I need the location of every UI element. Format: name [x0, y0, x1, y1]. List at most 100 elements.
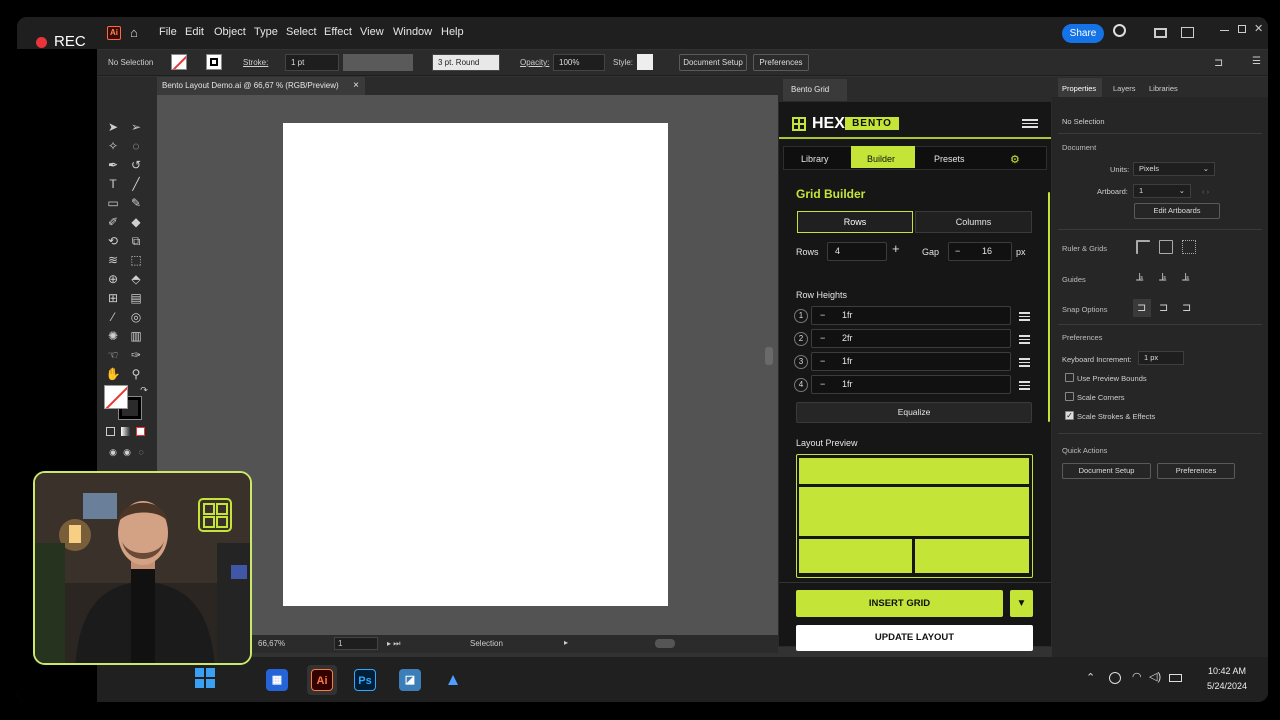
hand-tool-icon[interactable]: ✋ — [105, 367, 121, 381]
eraser-tool-icon[interactable]: ◆ — [128, 215, 144, 229]
quick-document-setup-button[interactable]: Document Setup — [1062, 463, 1151, 479]
eyedropper-icon[interactable]: ⁄ — [105, 310, 121, 324]
rows-increment-button[interactable]: + — [892, 241, 900, 256]
direct-selection-tool-icon[interactable]: ➢ — [128, 120, 144, 134]
units-select[interactable]: Pixels ⌄ — [1133, 162, 1215, 176]
stroke-swatch[interactable] — [206, 54, 222, 70]
tab-libraries[interactable]: Libraries — [1149, 84, 1178, 93]
wifi-icon[interactable]: ◠ — [1132, 670, 1142, 683]
row-height-decrement-3[interactable]: − — [820, 353, 825, 370]
row-height-decrement-4[interactable]: − — [820, 376, 825, 393]
menu-view[interactable]: View — [360, 26, 384, 38]
photoshop-taskbar-icon[interactable]: Ps — [354, 669, 376, 691]
rows-input[interactable]: 4 — [827, 242, 887, 261]
gradient-mode-icon[interactable] — [121, 427, 130, 436]
color-mode-icon[interactable] — [106, 427, 115, 436]
app-tray-icon[interactable] — [1109, 672, 1121, 684]
show-guides-icon[interactable]: ⫡ — [1136, 271, 1143, 284]
document-tab[interactable]: Bento Layout Demo.ai @ 66,67 % (RGB/Prev… — [157, 77, 365, 95]
menu-select[interactable]: Select — [286, 26, 317, 38]
type-tool-icon[interactable]: T — [105, 177, 121, 191]
tab-presets[interactable]: Presets — [934, 154, 965, 164]
drag-handle-icon[interactable] — [1019, 381, 1030, 390]
menu-file[interactable]: File — [159, 26, 177, 38]
menu-help[interactable]: Help — [441, 26, 464, 38]
blend-tool-icon[interactable]: ◎ — [128, 310, 144, 324]
tab-layers[interactable]: Layers — [1113, 84, 1136, 93]
keyboard-increment-input[interactable]: 1 px — [1138, 351, 1184, 365]
zoom-tool-icon[interactable]: ⚲ — [128, 367, 144, 381]
canvas-scrollbar-thumb[interactable] — [765, 347, 773, 365]
perspective-grid-icon[interactable]: ⊞ — [105, 291, 121, 305]
brush-definition-select[interactable]: 3 pt. Round — [432, 54, 500, 71]
close-tab-icon[interactable]: × — [353, 77, 359, 95]
symbol-sprayer-icon[interactable]: ✺ — [105, 329, 121, 343]
row-height-value-2[interactable]: 2fr — [842, 330, 853, 347]
status-menu-arrow-icon[interactable]: ▸ — [564, 638, 568, 647]
style-swatch[interactable] — [637, 54, 653, 70]
selection-tool-icon[interactable]: ➤ — [105, 120, 121, 134]
variable-width-field[interactable] — [343, 54, 413, 71]
artboard-select[interactable]: 1 ⌄ — [1133, 184, 1191, 198]
drag-handle-icon[interactable] — [1019, 312, 1030, 321]
tab-library[interactable]: Library — [801, 154, 829, 164]
minimize-icon[interactable] — [1220, 30, 1229, 31]
quick-preferences-button[interactable]: Preferences — [1157, 463, 1235, 479]
stroke-weight-input[interactable]: 1 pt — [285, 54, 339, 71]
snap-to-glyph-icon[interactable]: ⊐ — [1182, 301, 1191, 314]
drag-handle-icon[interactable] — [1019, 358, 1030, 367]
close-window-icon[interactable]: ✕ — [1254, 22, 1263, 35]
snap-to-point-icon[interactable]: ⊐ — [1137, 301, 1146, 314]
restore-icon[interactable] — [1238, 25, 1246, 33]
rows-mode-button[interactable]: Rows — [797, 211, 913, 233]
rotate-tool-icon[interactable]: ⟲ — [105, 234, 121, 248]
gap-value[interactable]: 16 — [982, 243, 992, 260]
lock-guides-icon[interactable]: ⫡ — [1159, 271, 1166, 284]
file-explorer-icon[interactable]: ▦ — [266, 669, 288, 691]
drag-handle-icon[interactable] — [1019, 335, 1030, 344]
graph-tool-icon[interactable]: ▥ — [128, 329, 144, 343]
row-height-input-3[interactable]: − 1fr — [811, 352, 1011, 371]
live-paint-icon[interactable]: ⬘ — [128, 272, 144, 286]
lasso-tool-icon[interactable]: ◌ — [128, 139, 144, 153]
use-preview-bounds-checkbox[interactable] — [1065, 373, 1074, 382]
warp-tool-icon[interactable]: ≋ — [105, 253, 121, 267]
snap-to-pixel-icon[interactable]: ⊐ — [1159, 301, 1168, 314]
align-icon[interactable]: ⊐ — [1214, 56, 1223, 69]
row-height-value-3[interactable]: 1fr — [842, 353, 853, 370]
draw-inside-icon[interactable]: ◌ — [133, 445, 149, 459]
row-height-input-2[interactable]: − 2fr — [811, 329, 1011, 348]
menu-edit[interactable]: Edit — [185, 26, 204, 38]
fill-color-box[interactable] — [104, 385, 128, 409]
search-icon[interactable] — [1113, 24, 1126, 37]
smart-guides-icon[interactable]: ⫡ — [1182, 271, 1189, 284]
none-mode-icon[interactable] — [136, 427, 145, 436]
row-height-input-4[interactable]: − 1fr — [811, 375, 1011, 394]
equalize-button[interactable]: Equalize — [796, 402, 1032, 423]
battery-icon[interactable] — [1169, 674, 1182, 682]
scale-corners-checkbox[interactable] — [1065, 392, 1074, 401]
curvature-tool-icon[interactable]: ↺ — [128, 158, 144, 172]
artboard-nav-icon[interactable]: ‹ › — [1202, 187, 1209, 196]
tab-builder[interactable]: Builder — [867, 154, 895, 164]
windows-start-icon[interactable] — [195, 668, 215, 688]
row-height-input-1[interactable]: − 1fr — [811, 306, 1011, 325]
columns-mode-button[interactable]: Columns — [915, 211, 1032, 233]
artboard-tool-icon[interactable]: ☜ — [105, 348, 121, 362]
update-layout-button[interactable]: UPDATE LAYOUT — [796, 625, 1033, 651]
paintbrush-tool-icon[interactable]: ✎ — [128, 196, 144, 210]
plugin-panel-tab[interactable]: Bento Grid — [783, 79, 847, 101]
gap-decrement-button[interactable]: − — [955, 243, 960, 260]
panel-scrollbar[interactable] — [1048, 192, 1050, 422]
free-transform-icon[interactable]: ⬚ — [128, 253, 144, 267]
menu-window[interactable]: Window — [393, 26, 432, 38]
shaper-tool-icon[interactable]: ✐ — [105, 215, 121, 229]
gradient-tool-icon[interactable]: ▤ — [128, 291, 144, 305]
document-setup-button[interactable]: Document Setup — [679, 54, 747, 71]
menu-effect[interactable]: Effect — [324, 26, 352, 38]
row-height-value-4[interactable]: 1fr — [842, 376, 853, 393]
fill-swatch[interactable] — [171, 54, 187, 70]
preferences-button[interactable]: Preferences — [753, 54, 809, 71]
pen-tool-icon[interactable]: ✒ — [105, 158, 121, 172]
row-height-decrement-2[interactable]: − — [820, 330, 825, 347]
